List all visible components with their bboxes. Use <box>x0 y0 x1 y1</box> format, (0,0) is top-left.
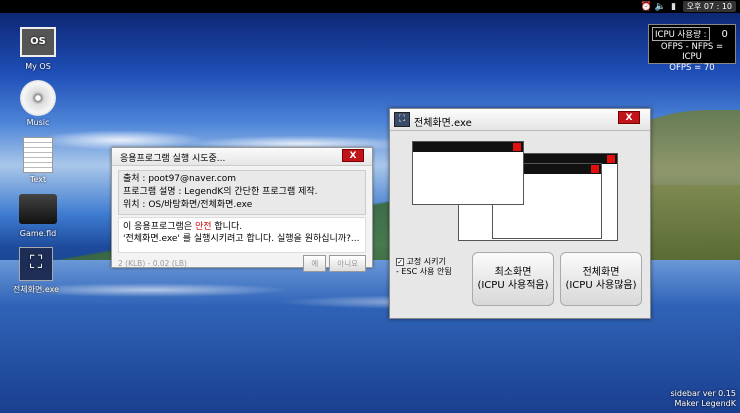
no-button[interactable]: 아니요 <box>329 255 366 272</box>
desktop-icon-fullscreen[interactable]: ⛶ 전체화면.exe <box>6 246 66 295</box>
description-text: 프로그램 설명 : LegendK의 간단한 프로그램 제작. <box>123 187 318 197</box>
network-icon[interactable]: ▮ <box>669 2 679 12</box>
window-title: 전체화면.exe <box>414 118 472 129</box>
icpu-widget: ICPU 사용량 : 0 OFPS - NFPS = ICPU OFPS = 7… <box>648 24 736 73</box>
document-icon <box>23 137 53 173</box>
icpu-usage-label: ICPU 사용량 : <box>652 27 710 41</box>
desktop-icon-label: My OS <box>25 62 51 71</box>
sidebar-credits: sidebar ver 0.15 Maker LegendK <box>670 389 736 408</box>
close-button[interactable]: X <box>342 149 364 162</box>
confirm-message: 이 응용프로그램은 안전 합니다. '전체화면.exe' 를 실행시키려고 합니… <box>118 217 366 253</box>
size-text: 2 (KLB) - 0.02 (LB) <box>118 259 187 268</box>
desktop-icon-music[interactable]: Music <box>8 80 68 127</box>
dialog-title: 응용프로그램 실행 시도중... <box>120 154 226 164</box>
options: ✓ 고정 시키기 - ESC 사용 안됨 <box>396 257 452 277</box>
fullscreen-icon: ⛶ <box>19 247 53 281</box>
window-titlebar[interactable]: ⛶ 전체화면.exe X <box>390 109 650 131</box>
cd-icon <box>20 80 56 116</box>
minimized-mode-button[interactable]: 최소화면 (ICPU 사용적음) <box>472 252 554 306</box>
fix-checkbox[interactable]: ✓ <box>396 257 404 266</box>
desktop-icon-label: Text <box>29 175 47 184</box>
tray: ⏰ 🔈 ▮ 오후 07 : 10 <box>641 1 736 12</box>
esc-note: - ESC 사용 안됨 <box>396 267 452 276</box>
top-bar: ⏰ 🔈 ▮ 오후 07 : 10 <box>0 0 740 13</box>
folder-icon <box>19 194 57 224</box>
alarm-icon[interactable]: ⏰ <box>641 2 652 12</box>
confirm-question: '전체화면.exe' 를 실행시키려고 합니다. 실행을 원하십니까?... <box>123 234 360 244</box>
close-button[interactable]: X <box>618 111 640 124</box>
ofps-value: OFPS = 70 <box>669 63 715 73</box>
desktop-icon-text[interactable]: Text <box>8 137 68 184</box>
source-text: 출처 : poot97@naver.com <box>123 174 237 184</box>
yes-button[interactable]: 예 <box>303 255 327 272</box>
clock[interactable]: 오후 07 : 10 <box>682 1 736 12</box>
location-text: 위치 : OS/바탕화면/전체화면.exe <box>123 200 253 210</box>
app-icon: ⛶ <box>394 112 410 127</box>
safe-label: 안전 <box>194 222 212 232</box>
os-icon: OS <box>20 27 56 57</box>
run-confirm-dialog: 응용프로그램 실행 시도중... X 출처 : poot97@naver.com… <box>111 147 373 272</box>
fullscreen-app-window: ⛶ 전체화면.exe X ✓ 고정 시키기 - ESC 사용 안됨 최소화면 (… <box>389 108 651 319</box>
fullscreen-mode-button[interactable]: 전체화면 (ICPU 사용많음) <box>560 252 642 306</box>
desktop-icon-label: Music <box>26 118 50 127</box>
mode-preview <box>410 139 620 254</box>
desktop-icon-label: Game.fld <box>19 229 57 238</box>
program-info: 출처 : poot97@naver.com 프로그램 설명 : LegendK의… <box>118 170 366 215</box>
fix-label: 고정 시키기 <box>406 257 446 266</box>
volume-icon[interactable]: 🔈 <box>655 2 666 12</box>
desktop-icon-myos[interactable]: OS My OS <box>8 24 68 71</box>
desktop-icon-game[interactable]: Game.fld <box>8 191 68 238</box>
desktop-icon-label: 전체화면.exe <box>12 285 60 294</box>
fps-formula: OFPS - NFPS = ICPU <box>660 42 724 62</box>
preview-window-front <box>412 141 524 205</box>
icpu-usage-value: 0 <box>721 28 728 40</box>
dialog-titlebar[interactable]: 응용프로그램 실행 시도중... X <box>112 148 372 166</box>
